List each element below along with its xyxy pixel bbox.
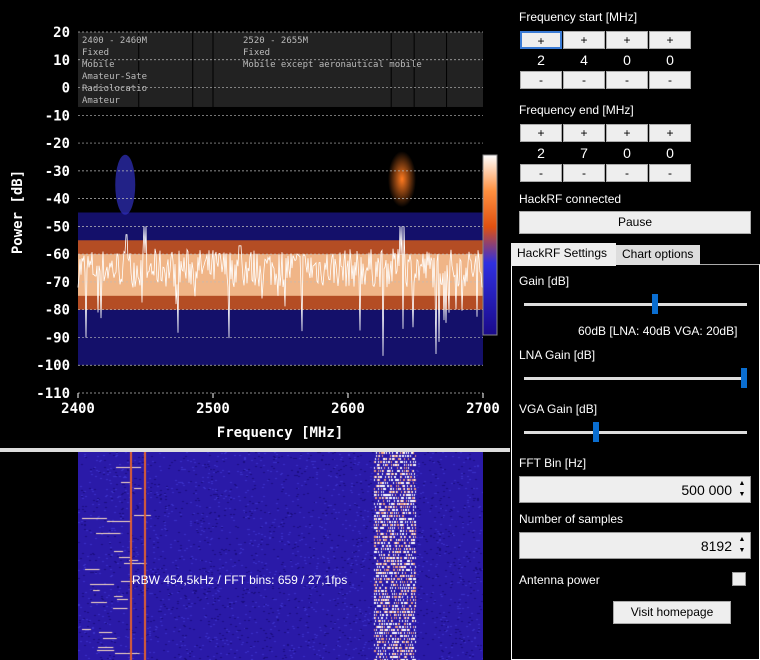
- freq_end-digit-2-plus-button[interactable]: +: [606, 124, 648, 142]
- y-tick-label: -20: [45, 136, 70, 152]
- gain-slider[interactable]: [524, 294, 747, 314]
- freq_end-digit-2-minus-button[interactable]: -: [606, 164, 648, 182]
- freq_end-digit-1-minus-button[interactable]: -: [563, 164, 605, 182]
- y-tick-label: -50: [45, 219, 70, 235]
- vga-gain-slider[interactable]: [524, 422, 747, 442]
- x-axis-label: Frequency [MHz]: [217, 425, 343, 441]
- fft-bin-label: FFT Bin [Hz]: [519, 456, 587, 470]
- band-service: Amateur: [82, 96, 121, 106]
- freq_end-digit-0-minus-button[interactable]: -: [520, 164, 562, 182]
- y-tick-label: -30: [45, 164, 70, 180]
- freq_end-digit-0: 2: [537, 145, 545, 161]
- antenna-power-label: Antenna power: [519, 573, 600, 587]
- freq_end-digit-3: 0: [666, 145, 674, 161]
- y-tick-label: -90: [45, 330, 70, 346]
- freq-end-label: Frequency end [MHz]: [519, 103, 634, 117]
- y-tick-label: -80: [45, 303, 70, 319]
- gain-slider-thumb[interactable]: [652, 294, 659, 314]
- freq_start-digit-2-plus-button[interactable]: +: [606, 31, 648, 49]
- band-service: Radiolocatio: [82, 84, 147, 94]
- freq_start-digit-1-plus-button[interactable]: +: [563, 31, 605, 49]
- y-tick-label: -40: [45, 192, 70, 208]
- y-tick-label: -10: [45, 108, 70, 124]
- freq_end-digit-1-plus-button[interactable]: +: [563, 124, 605, 142]
- freq_start-digit-0-minus-button[interactable]: -: [520, 71, 562, 89]
- x-tick-label: 2400: [61, 401, 95, 417]
- samples-label: Number of samples: [519, 512, 624, 526]
- y-tick-label: -110: [36, 386, 70, 402]
- y-axis-label: Power [dB]: [10, 170, 26, 254]
- lna-gain-slider[interactable]: [524, 368, 747, 388]
- freq_start-digit-2-minus-button[interactable]: -: [606, 71, 648, 89]
- gain-label: Gain [dB]: [519, 274, 570, 288]
- band-range: 2400 - 2460M: [82, 36, 148, 46]
- freq_end-digit-3-plus-button[interactable]: +: [649, 124, 691, 142]
- band-service: Mobile: [82, 60, 115, 70]
- fft-bin-value: 500 000: [681, 482, 732, 498]
- freq_end-digit-2: 0: [623, 145, 631, 161]
- spectrum-chart: 2400 - 2460M Fixed Mobile Amateur-Sate Radio…: [10, 25, 500, 441]
- lna-slider-thumb[interactable]: [741, 368, 747, 388]
- freq_start-digit-1: 4: [580, 52, 588, 68]
- lna-gain-label: LNA Gain [dB]: [519, 348, 596, 362]
- band-service: Mobile except aeronautical mobile: [243, 60, 422, 70]
- x-tick-label: 2600: [331, 401, 365, 417]
- spinner-icon[interactable]: ▲ ▼: [735, 534, 749, 557]
- gain-value-text: 60dB [LNA: 40dB VGA: 20dB]: [578, 324, 738, 338]
- freq_start-digit-0-plus-button[interactable]: +: [520, 31, 562, 49]
- heat-peak: [115, 154, 136, 215]
- y-tick-label: 10: [53, 53, 70, 69]
- x-tick-label: 2500: [196, 401, 230, 417]
- freq_end-digit-0-plus-button[interactable]: +: [520, 124, 562, 142]
- pause-button[interactable]: Pause: [519, 211, 751, 234]
- visit-homepage-button[interactable]: Visit homepage: [613, 601, 731, 624]
- spinner-icon[interactable]: ▲ ▼: [735, 478, 749, 501]
- tab-chart-options[interactable]: Chart options: [616, 245, 700, 265]
- y-tick-label: -100: [36, 358, 70, 374]
- y-tick-label: 20: [53, 25, 70, 41]
- status-text: HackRF connected: [519, 192, 622, 206]
- vga-gain-label: VGA Gain [dB]: [519, 402, 598, 416]
- freq_start-digit-1-minus-button[interactable]: -: [563, 71, 605, 89]
- freq-start-label: Frequency start [MHz]: [519, 10, 638, 24]
- band-service: Fixed: [243, 48, 270, 58]
- waterfall-status: RBW 454,5kHz / FFT bins: 659 / 27,1fps: [132, 573, 348, 587]
- x-tick-label: 2700: [466, 401, 500, 417]
- color-scale-bar: [482, 154, 498, 336]
- vga-slider-thumb[interactable]: [592, 422, 599, 442]
- y-tick-label: 0: [62, 81, 70, 97]
- tab-hackrf-settings[interactable]: HackRF Settings: [511, 243, 616, 266]
- antenna-power-checkbox[interactable]: [732, 572, 746, 586]
- freq_start-digit-3-plus-button[interactable]: +: [649, 31, 691, 49]
- y-tick-label: -60: [45, 247, 70, 263]
- samples-value: 8192: [700, 538, 732, 554]
- samples-input[interactable]: 8192 ▲ ▼: [519, 532, 751, 559]
- band-service: Amateur-Sate: [82, 72, 147, 82]
- band-range: 2520 - 2655M: [243, 36, 309, 46]
- freq_start-digit-0: 2: [537, 52, 545, 68]
- waterfall: [78, 452, 483, 660]
- fft-bin-input[interactable]: 500 000 ▲ ▼: [519, 476, 751, 503]
- freq_start-digit-2: 0: [623, 52, 631, 68]
- band-service: Fixed: [82, 48, 109, 58]
- freq_end-digit-1: 7: [580, 145, 588, 161]
- y-tick-label: -70: [45, 275, 70, 291]
- freq_start-digit-3: 0: [666, 52, 674, 68]
- freq_start-digit-3-minus-button[interactable]: -: [649, 71, 691, 89]
- freq_end-digit-3-minus-button[interactable]: -: [649, 164, 691, 182]
